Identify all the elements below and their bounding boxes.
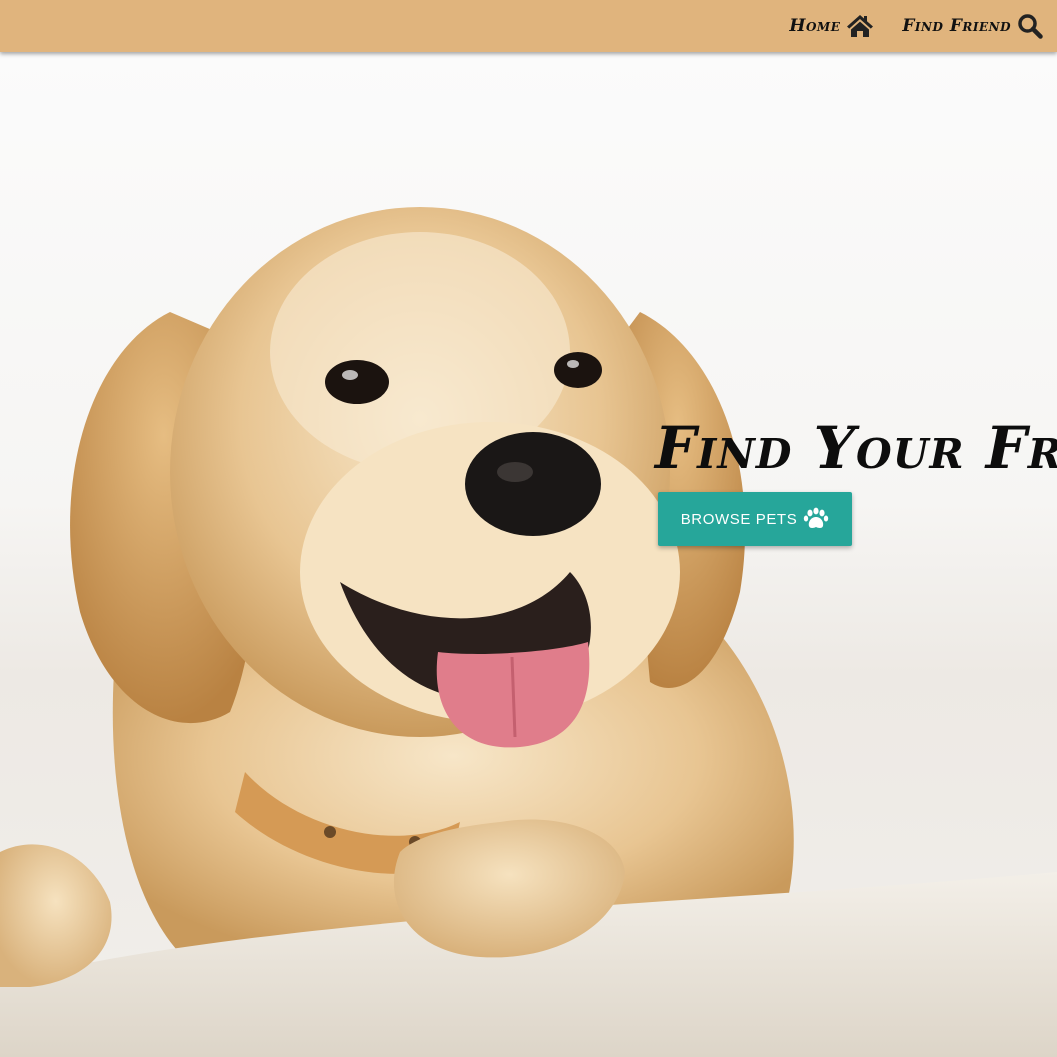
nav-links: Home Find Friend [789, 0, 1043, 52]
paw-icon [804, 507, 829, 528]
hero-section: Find Your Friend BROWSE PETS [0, 52, 1057, 1057]
hero-title: Find Your Friend [655, 414, 1057, 482]
navbar: Home Find Friend [0, 0, 1057, 52]
home-icon [847, 15, 874, 37]
browse-pets-label: BROWSE PETS [680, 510, 798, 528]
nav-home-link[interactable]: Home [789, 14, 874, 38]
browse-pets-button[interactable]: BROWSE PETS [658, 492, 852, 546]
nav-find-friend-label: Find Friend [902, 16, 1011, 36]
nav-home-label: Home [789, 16, 841, 36]
search-icon [1018, 14, 1043, 39]
puppy-photo [0, 207, 1057, 1057]
nav-find-friend-link[interactable]: Find Friend [902, 13, 1043, 39]
